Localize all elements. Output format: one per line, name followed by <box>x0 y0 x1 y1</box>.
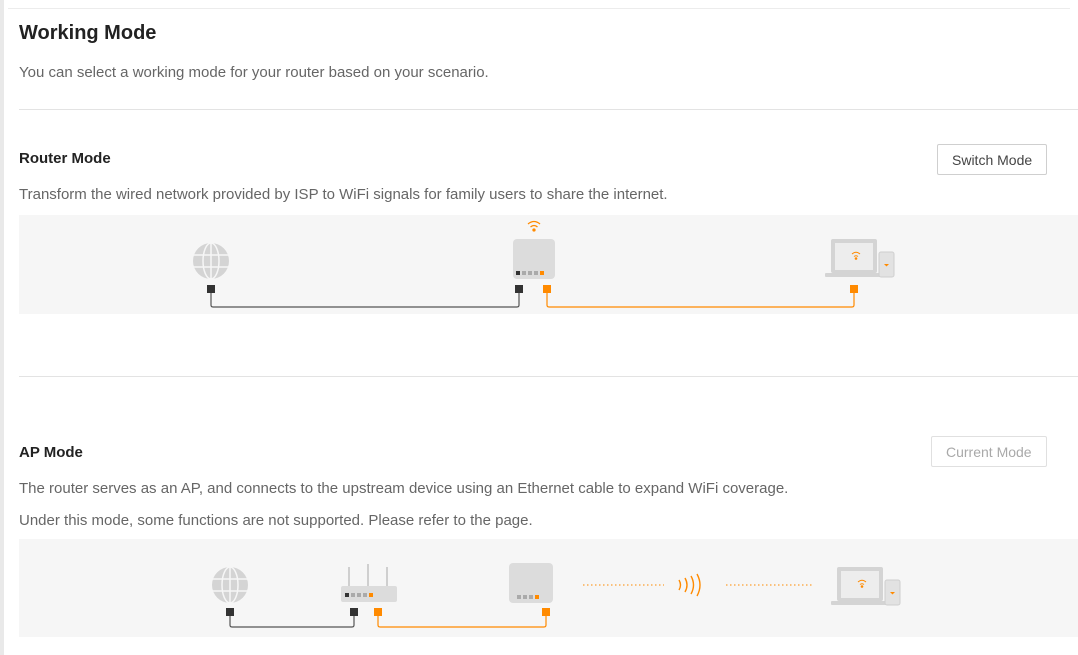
phone-icon <box>884 579 901 606</box>
ethernet-port-icon <box>543 285 551 293</box>
upstream-router-icon <box>341 564 397 602</box>
wifi-icon <box>527 220 541 232</box>
section-divider <box>19 109 1078 110</box>
router-mode-diagram <box>19 215 1078 314</box>
page-description: You can select a working mode for your r… <box>19 64 489 81</box>
ethernet-port-icon <box>374 608 382 616</box>
ethernet-port-icon <box>542 608 550 616</box>
left-border <box>0 0 4 655</box>
router-mode-title: Router Mode <box>19 150 111 167</box>
ethernet-port-icon <box>226 608 234 616</box>
ap-mode-description-line-1: The router serves as an AP, and connects… <box>19 480 789 497</box>
working-mode-panel: Working Mode You can select a working mo… <box>8 0 1078 655</box>
router-icon <box>513 239 555 279</box>
wireless-signal-icon <box>678 573 701 597</box>
globe-icon <box>193 242 229 280</box>
page-title: Working Mode <box>19 22 157 44</box>
phone-icon <box>878 251 895 278</box>
current-mode-button: Current Mode <box>931 436 1047 467</box>
router-mode-description: Transform the wired network provided by … <box>19 186 668 203</box>
ap-mode-title: AP Mode <box>19 444 83 461</box>
ap-mode-description-line-2: Under this mode, some functions are not … <box>19 512 533 529</box>
ethernet-port-icon <box>207 285 215 293</box>
ethernet-port-icon <box>515 285 523 293</box>
section-divider <box>19 376 1078 377</box>
ap-mode-diagram <box>19 539 1078 637</box>
laptop-icon <box>831 567 887 605</box>
wired-connection <box>229 616 355 628</box>
laptop-icon <box>825 239 881 277</box>
ethernet-port-icon <box>350 608 358 616</box>
router-icon <box>509 563 553 603</box>
ethernet-port-icon <box>850 285 858 293</box>
globe-icon <box>212 566 248 604</box>
switch-mode-button[interactable]: Switch Mode <box>937 144 1048 175</box>
lan-connection <box>377 616 547 628</box>
lan-connection <box>546 293 855 308</box>
wired-connection <box>210 293 520 308</box>
